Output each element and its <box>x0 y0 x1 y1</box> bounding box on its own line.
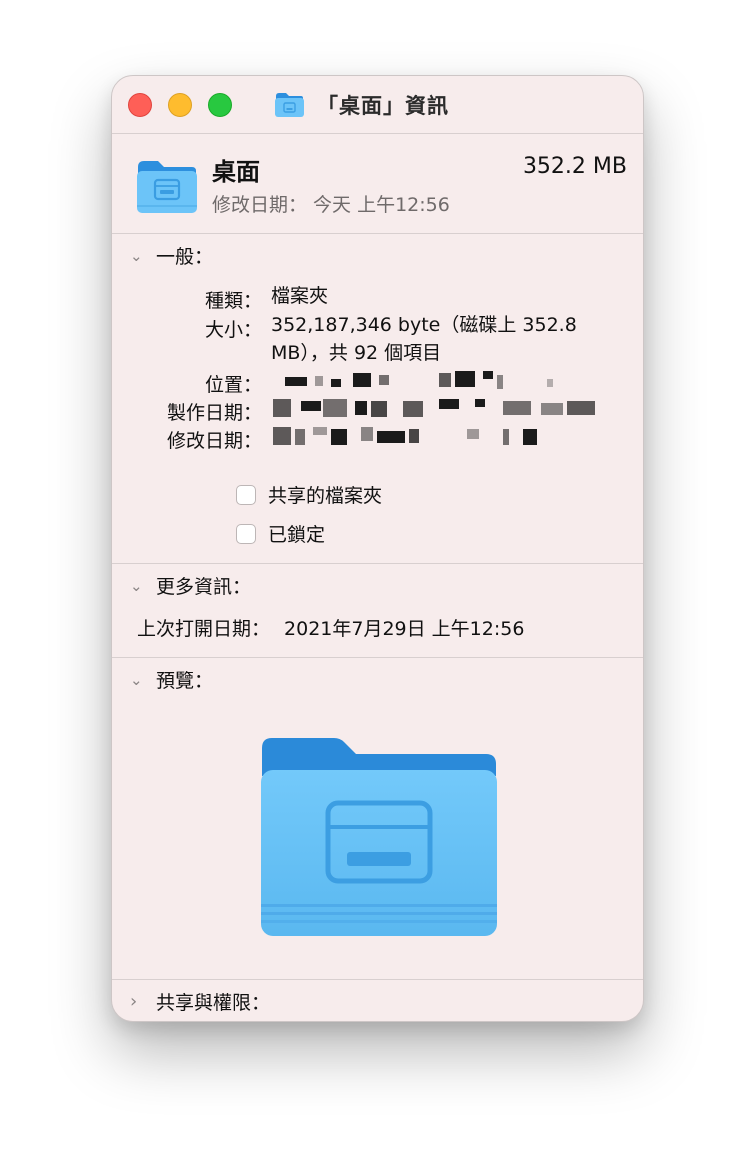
where-label: 位置： <box>204 374 262 396</box>
divider <box>112 563 643 564</box>
shared-folder-checkbox[interactable] <box>236 484 256 505</box>
file-size: 352.2 MB <box>522 154 627 179</box>
chevron-down-icon: ⌄ <box>130 576 143 595</box>
where-value-redacted <box>271 371 601 393</box>
window-title-wrap: 「桌面」資訊 <box>274 90 449 120</box>
modified-label: 修改日期： <box>166 430 262 452</box>
get-info-window: 「桌面」資訊 桌面 352.2 MB 修改日期： 今天 上午12:56 ⌄ 一般… <box>111 75 644 1022</box>
chevron-down-icon: ⌄ <box>130 246 143 265</box>
modified-value-redacted <box>271 427 601 449</box>
created-value-redacted <box>271 399 601 421</box>
kind-value: 檔案夾 <box>271 285 329 307</box>
locked-checkbox[interactable] <box>236 523 256 544</box>
chevron-down-icon: ⌄ <box>130 670 143 689</box>
section-general-toggle[interactable]: ⌄ 一般： <box>130 242 213 269</box>
folder-icon <box>137 161 197 213</box>
minimize-button[interactable] <box>168 93 192 117</box>
section-sharing-title: 共享與權限： <box>156 992 271 1014</box>
chevron-right-icon: › <box>130 991 138 1012</box>
size-label: 大小： <box>204 319 262 341</box>
section-general-title: 一般： <box>156 246 214 268</box>
file-name: 桌面 <box>212 158 260 186</box>
shared-folder-checkbox-row[interactable]: 共享的檔案夾 <box>236 481 382 508</box>
locked-checkbox-row[interactable]: 已鎖定 <box>236 520 325 547</box>
folder-icon <box>275 93 304 117</box>
modified-summary: 修改日期： 今天 上午12:56 <box>212 194 450 216</box>
title-bar[interactable]: 「桌面」資訊 <box>112 76 643 133</box>
section-preview-title: 預覽： <box>156 670 214 692</box>
section-sharing-toggle[interactable]: › 共享與權限： <box>130 988 270 1015</box>
last-opened-value: 2021年7月29日 上午12:56 <box>284 618 525 640</box>
zoom-button[interactable] <box>208 93 232 117</box>
shared-folder-label: 共享的檔案夾 <box>268 485 383 507</box>
size-value-line2: MB），共 92 個項目 <box>271 342 442 364</box>
last-opened-row: 上次打開日期： 2021年7月29日 上午12:56 <box>137 614 524 641</box>
divider <box>112 657 643 658</box>
locked-label: 已鎖定 <box>268 524 326 546</box>
section-preview-toggle[interactable]: ⌄ 預覽： <box>130 666 213 693</box>
folder-icon <box>261 738 497 936</box>
size-value: 352,187,346 byte（磁碟上 352.8 MB），共 92 個項目 <box>271 311 577 367</box>
divider <box>112 133 643 134</box>
divider <box>112 979 643 980</box>
section-more-info-title: 更多資訊： <box>156 576 252 598</box>
kind-label: 種類： <box>204 290 262 312</box>
last-opened-label: 上次打開日期： <box>137 618 271 640</box>
divider <box>112 233 643 234</box>
close-button[interactable] <box>128 93 152 117</box>
created-label: 製作日期： <box>166 402 262 424</box>
window-title: 「桌面」資訊 <box>317 94 449 118</box>
size-value-line1: 352,187,346 byte（磁碟上 352.8 <box>271 314 577 336</box>
section-more-info-toggle[interactable]: ⌄ 更多資訊： <box>130 572 251 599</box>
